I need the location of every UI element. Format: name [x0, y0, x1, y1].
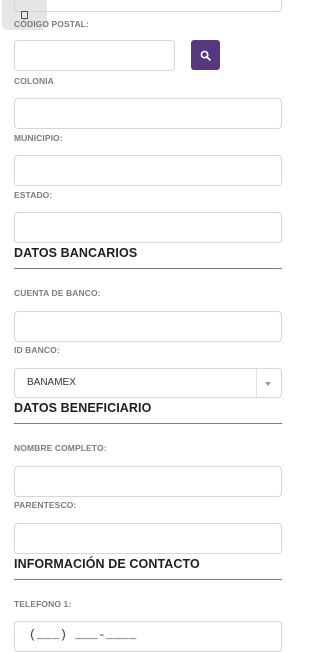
- telefono-1-input[interactable]: (___) ___-____: [14, 621, 282, 652]
- colonia-input[interactable]: [14, 98, 282, 129]
- select-divider: [256, 369, 257, 397]
- codigo-postal-input[interactable]: [14, 40, 175, 71]
- estado-label: ESTADO:: [14, 190, 53, 200]
- nombre-completo-input[interactable]: [14, 466, 282, 497]
- informacion-contacto-divider: [14, 579, 282, 580]
- chevron-down-icon: [265, 382, 271, 386]
- datos-beneficiario-title: DATOS BENEFICIARIO: [14, 401, 152, 415]
- top-partial-input[interactable]: [14, 0, 282, 12]
- informacion-contacto-title: INFORMACIÓN DE CONTACTO: [14, 557, 200, 571]
- codigo-postal-label: CÓDIGO POSTAL:: [14, 19, 89, 29]
- telefono-1-mask: (___) ___-____: [29, 628, 137, 642]
- parentesco-label: PARENTESCO:: [14, 500, 77, 510]
- id-banco-label: ID BANCO:: [14, 345, 60, 355]
- colonia-label: COLONIA: [14, 76, 54, 86]
- municipio-label: MUNICIPIO:: [14, 133, 63, 143]
- datos-beneficiario-divider: [14, 423, 282, 424]
- datos-bancarios-divider: [14, 268, 282, 269]
- search-icon: [200, 50, 211, 61]
- parentesco-input[interactable]: [14, 523, 282, 554]
- id-banco-selected-value: BANAMEX: [27, 377, 76, 388]
- telefono-1-label: TELEFONO 1:: [14, 599, 72, 609]
- cuenta-banco-input[interactable]: [14, 311, 282, 342]
- id-banco-select[interactable]: BANAMEX: [14, 368, 282, 398]
- municipio-input[interactable]: [14, 155, 282, 186]
- estado-input[interactable]: [14, 212, 282, 243]
- datos-bancarios-title: DATOS BANCARIOS: [14, 246, 138, 260]
- square-icon: [21, 11, 28, 19]
- nombre-completo-label: NOMBRE COMPLETO:: [14, 443, 107, 453]
- cuenta-banco-label: CUENTA DE BANCO:: [14, 288, 101, 298]
- search-postal-button[interactable]: [191, 40, 220, 70]
